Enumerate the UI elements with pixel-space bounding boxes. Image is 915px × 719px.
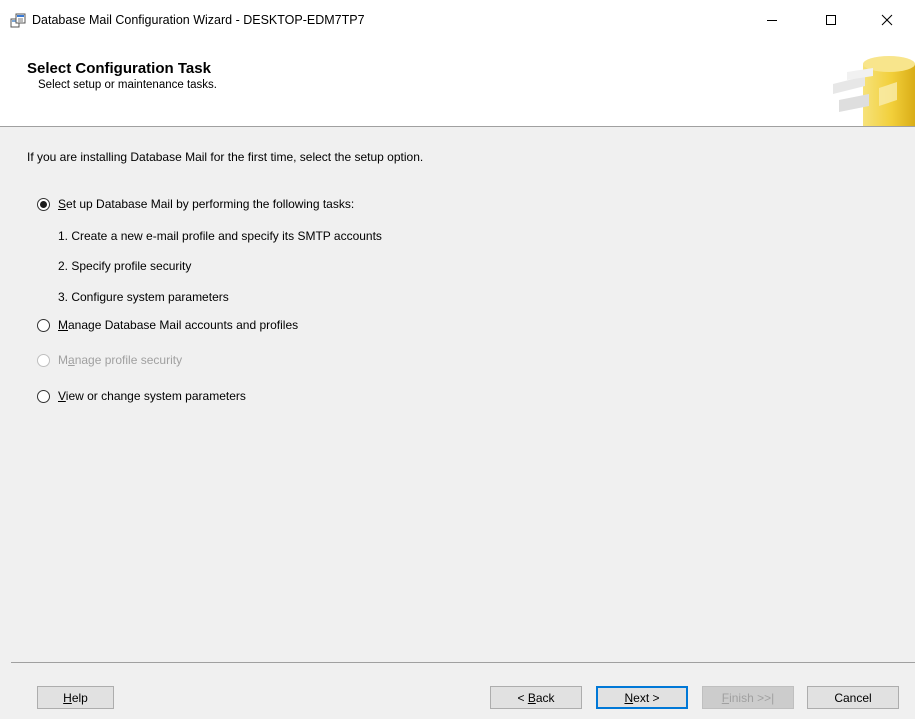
minimize-button[interactable] bbox=[749, 0, 795, 40]
help-button[interactable]: Help bbox=[37, 686, 114, 709]
radio-manage-security bbox=[37, 353, 50, 367]
intro-text: If you are installing Database Mail for … bbox=[27, 150, 424, 164]
minimize-icon bbox=[767, 20, 777, 21]
close-icon bbox=[881, 14, 893, 26]
next-button-label: Next > bbox=[624, 690, 660, 705]
option-manage-security-label: Manage profile security bbox=[58, 353, 183, 367]
option-system-parameters-label: View or change system parameters bbox=[58, 389, 246, 403]
cancel-button[interactable]: Cancel bbox=[807, 686, 899, 709]
option-setup[interactable]: Set up Database Mail by performing the f… bbox=[37, 197, 354, 211]
maximize-icon bbox=[826, 15, 836, 25]
back-button-label: < Back bbox=[517, 690, 555, 705]
task-3: 3. Configure system parameters bbox=[58, 290, 229, 304]
page-title: Select Configuration Task bbox=[27, 60, 211, 77]
close-button[interactable] bbox=[864, 0, 910, 40]
task-1: 1. Create a new e-mail profile and speci… bbox=[58, 229, 382, 243]
window-title: Database Mail Configuration Wizard - DES… bbox=[32, 13, 365, 27]
option-manage-accounts-label: Manage Database Mail accounts and profil… bbox=[58, 318, 299, 332]
maximize-button[interactable] bbox=[808, 0, 854, 40]
footer-divider bbox=[11, 662, 915, 663]
wizard-header: Select Configuration Task Select setup o… bbox=[0, 40, 915, 127]
finish-button-label: Finish >>| bbox=[721, 690, 775, 705]
back-button[interactable]: < Back bbox=[490, 686, 582, 709]
option-manage-accounts[interactable]: Manage Database Mail accounts and profil… bbox=[37, 318, 298, 332]
radio-setup[interactable] bbox=[37, 197, 50, 211]
task-2: 2. Specify profile security bbox=[58, 259, 192, 273]
help-button-label: Help bbox=[63, 690, 88, 705]
option-manage-security: Manage profile security bbox=[37, 353, 182, 367]
database-icon bbox=[833, 56, 915, 126]
title-bar: Database Mail Configuration Wizard - DES… bbox=[0, 0, 915, 40]
finish-button: Finish >>| bbox=[702, 686, 794, 709]
radio-manage-accounts[interactable] bbox=[37, 318, 50, 332]
next-button[interactable]: Next > bbox=[596, 686, 688, 709]
option-setup-label: Set up Database Mail by performing the f… bbox=[58, 197, 355, 211]
radio-system-parameters[interactable] bbox=[37, 389, 50, 403]
wizard-icon bbox=[10, 13, 26, 28]
page-subtitle: Select setup or maintenance tasks. bbox=[38, 79, 217, 91]
option-system-parameters[interactable]: View or change system parameters bbox=[37, 389, 246, 403]
